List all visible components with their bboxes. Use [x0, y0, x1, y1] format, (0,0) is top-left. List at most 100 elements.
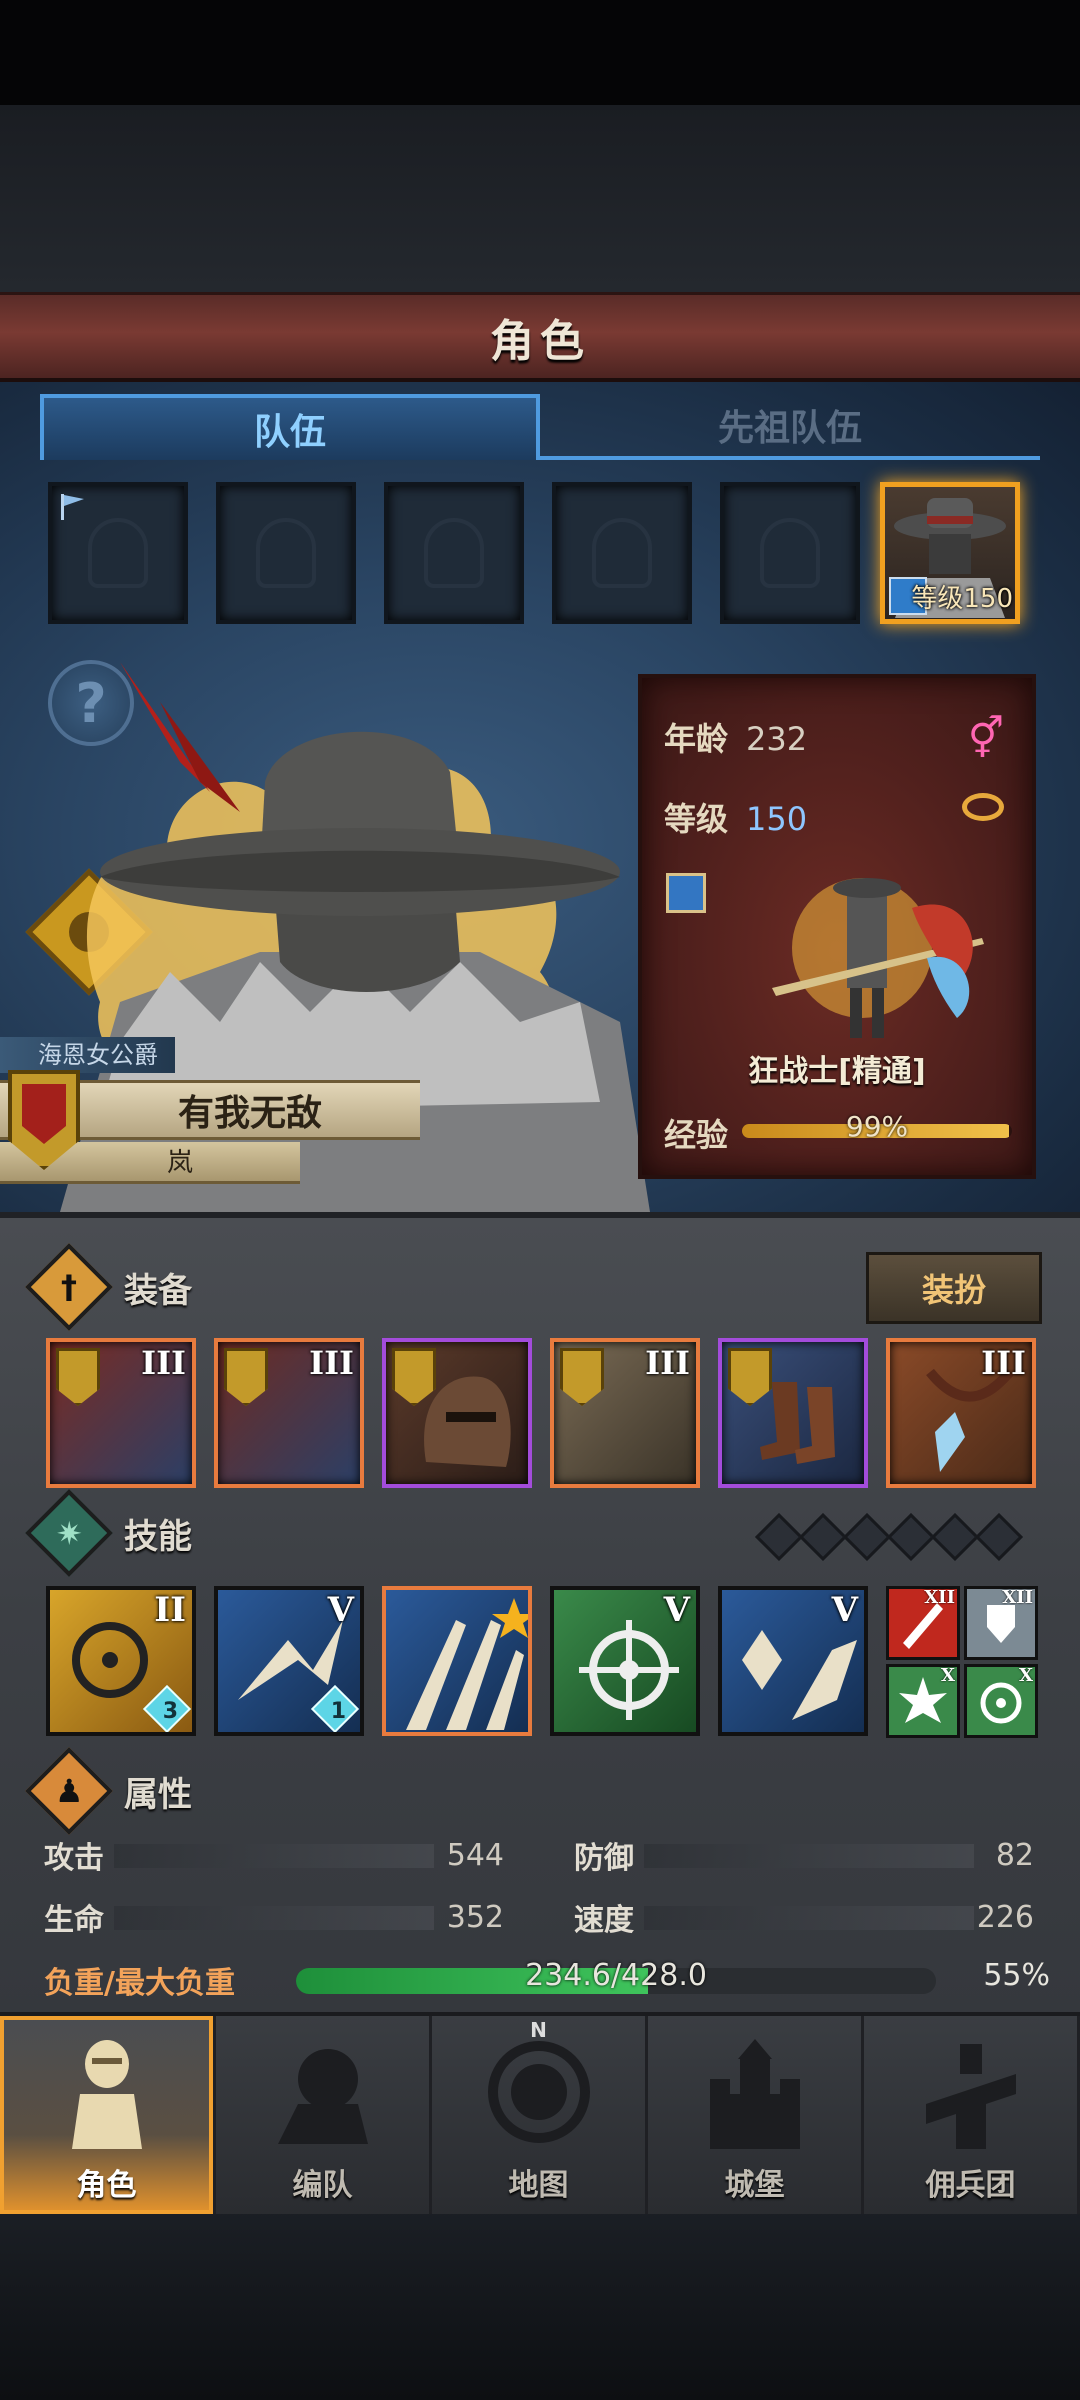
skill-point-diamonds [754, 1512, 1024, 1562]
passive-sword-slot[interactable]: XII [886, 1586, 960, 1660]
nav-map[interactable]: N 地图 [432, 2016, 648, 2214]
nav-label: 角色 [76, 2168, 137, 2203]
equipment-slot-boots[interactable] [718, 1338, 868, 1488]
team-slot-1[interactable] [48, 482, 188, 624]
exp-label: 经验 [664, 1116, 729, 1154]
attack-label: 攻击 [44, 1841, 104, 1876]
skill-slot-2[interactable]: V 1 [214, 1586, 364, 1736]
skill-slot-5[interactable]: V [718, 1586, 868, 1736]
team-slot-4[interactable] [552, 482, 692, 624]
age-value: 232 [746, 720, 808, 758]
claw-slash-icon [406, 1598, 528, 1730]
equipment-header: † 装备 [25, 1243, 192, 1331]
nav-mercenary[interactable]: 佣兵团 [864, 2016, 1080, 2214]
nav-label: 佣兵团 [925, 2168, 1016, 2203]
diamond-icon [754, 1512, 804, 1562]
speed-stat: 速度 226 [574, 1894, 1034, 1940]
level-label: 等级 [664, 800, 729, 838]
diamond-icon [886, 1512, 936, 1562]
skill-slot-4[interactable]: V [550, 1586, 700, 1736]
hp-value: 352 [446, 1899, 504, 1935]
nav-castle[interactable]: 城堡 [648, 2016, 864, 2214]
team-slot-2[interactable] [216, 482, 356, 624]
age-row: 年龄 232 [664, 714, 807, 760]
empty-helmet-icon [424, 518, 484, 588]
team-slot-5[interactable] [720, 482, 860, 624]
passive-target-slot[interactable]: X [964, 1664, 1038, 1738]
hp-label: 生命 [44, 1903, 104, 1938]
star-icon: ✷ [25, 1489, 113, 1577]
tab-bar: 队伍 先祖队伍 [40, 394, 1040, 464]
team-slot-selected[interactable]: 等级150 [880, 482, 1020, 624]
equipment-slot-weapon-1[interactable]: III [46, 1338, 196, 1488]
stat-bar [644, 1844, 974, 1868]
attributes-header: ♟ 属性 [25, 1747, 192, 1835]
skill-tier: V [663, 1590, 690, 1630]
defense-label: 防御 [574, 1841, 634, 1876]
passive-burst-slot[interactable]: X [886, 1664, 960, 1738]
defense-value: 82 [995, 1837, 1034, 1873]
gem-count: 1 [330, 1699, 346, 1724]
nav-character[interactable]: 角色 [0, 2016, 216, 2214]
details-panel: † 装备 装扮 III III III III ✷ 技能 II 3 V 1 V … [0, 1212, 1080, 2012]
class-hero-art [772, 878, 984, 1038]
team-slot-3[interactable] [384, 482, 524, 624]
empty-helmet-icon [760, 518, 820, 588]
diamond-icon [798, 1512, 848, 1562]
ring-icon[interactable] [962, 793, 1004, 821]
exp-percent: 99% [845, 1110, 909, 1143]
nav-label: 编队 [292, 2168, 353, 2203]
stat-row-2: 生命 352 速度 226 [44, 1894, 1034, 1940]
skill-tier: II [154, 1590, 186, 1630]
compass-icon [487, 2041, 590, 2143]
tab-ancestor-team[interactable]: 先祖队伍 [540, 394, 1040, 460]
tab-team[interactable]: 队伍 [40, 394, 540, 460]
hp-stat: 生命 352 [44, 1894, 504, 1940]
empty-helmet-icon [88, 518, 148, 588]
defense-stat: 防御 82 [574, 1832, 1034, 1878]
passive-shield-slot[interactable]: XII [964, 1586, 1038, 1660]
diamond-icon [974, 1512, 1024, 1562]
nav-formation[interactable]: 编队 [216, 2016, 432, 2214]
knight-icon [71, 2040, 142, 2149]
character-info-card: 年龄 232 ⚥ 等级 150 狂战士[精通] 经验 99% [638, 674, 1036, 1179]
speed-value: 226 [976, 1899, 1034, 1935]
equipment-slot-amulet[interactable]: III [886, 1338, 1036, 1488]
attack-value: 544 [446, 1837, 504, 1873]
equipment-slot-helmet[interactable] [382, 1338, 532, 1488]
diamond-icon [842, 1512, 892, 1562]
title-bar: 角色 [0, 292, 1080, 382]
empty-helmet-icon [256, 518, 316, 588]
load-value: 234.6/428.0 [525, 1958, 707, 1993]
dress-up-button[interactable]: 装扮 [866, 1252, 1042, 1324]
skill-tier: V [327, 1590, 354, 1630]
speed-label: 速度 [574, 1903, 634, 1938]
attributes-label: 属性 [124, 1774, 192, 1815]
female-icon: ⚥ [967, 716, 1004, 762]
stat-bar [644, 1906, 974, 1930]
age-label: 年龄 [664, 720, 729, 758]
equip-tier: III [309, 1344, 354, 1382]
skill-slot-3[interactable] [382, 1586, 532, 1736]
equip-tier: III [141, 1344, 186, 1382]
skill-slot-1[interactable]: II 3 [46, 1586, 196, 1736]
level-row: 等级 150 [664, 794, 807, 840]
load-label: 负重/最大负重 [44, 1966, 235, 2001]
passive-tier: X [941, 1665, 955, 1686]
empty-helmet-icon [592, 518, 652, 588]
equipment-slot-weapon-2[interactable]: III [214, 1338, 364, 1488]
equipment-slot-armor[interactable]: III [550, 1338, 700, 1488]
attack-stat: 攻击 544 [44, 1832, 504, 1878]
load-percent: 55% [983, 1958, 1050, 1993]
class-name: 狂战士[精通] [748, 1054, 926, 1089]
crest-icon [56, 1348, 100, 1406]
equip-tier: III [981, 1344, 1026, 1382]
gem-count: 3 [162, 1699, 178, 1724]
crest-icon [560, 1348, 604, 1406]
level-value: 150 [746, 800, 808, 838]
skills-header: ✷ 技能 [25, 1489, 192, 1577]
mercenary-icon [925, 2044, 1016, 2149]
noble-title: 海恩女公爵 [0, 1037, 175, 1073]
stat-bar [114, 1844, 434, 1868]
skills-label: 技能 [124, 1516, 192, 1557]
